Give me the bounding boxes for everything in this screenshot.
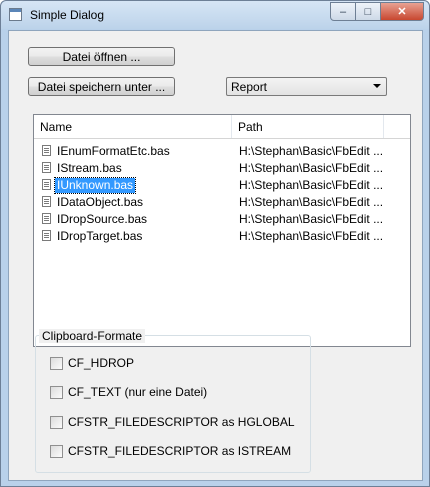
maximize-button[interactable]: □ [355,2,381,21]
open-file-button[interactable]: Datei öffnen ... [28,47,175,66]
list-item-path: H:\Stephan\Basic\FbEdit ... [239,161,384,175]
file-icon [42,145,51,156]
caption-buttons: – □ ✕ [330,2,424,21]
checkbox-filedescriptor-istream[interactable]: CFSTR_FILEDESCRIPTOR as ISTREAM [50,444,291,458]
list-item[interactable]: IDropTarget.bas H:\Stephan\Basic\FbEdit … [34,228,410,245]
list-item-name: IDropTarget.bas [57,229,143,243]
title-bar[interactable]: Simple Dialog – □ ✕ [1,1,429,29]
list-item-name: IStream.bas [57,161,122,175]
list-item-path: H:\Stephan\Basic\FbEdit ... [239,212,384,226]
checkbox-label: CFSTR_FILEDESCRIPTOR as HGLOBAL [68,415,295,429]
close-button[interactable]: ✕ [380,2,424,21]
list-item[interactable]: IDropSource.bas H:\Stephan\Basic\FbEdit … [34,211,410,228]
list-item-path: H:\Stephan\Basic\FbEdit ... [239,144,384,158]
list-header: Name Path [34,115,410,139]
minimize-button[interactable]: – [330,2,356,21]
checkbox-box[interactable] [50,385,63,399]
list-item[interactable]: IEnumFormatEtc.bas H:\Stephan\Basic\FbEd… [34,143,410,160]
column-header-name[interactable]: Name [34,115,232,138]
list-item[interactable]: IDataObject.bas H:\Stephan\Basic\FbEdit … [34,194,410,211]
list-item-selected[interactable]: IUnknown.bas H:\Stephan\Basic\FbEdit ... [34,177,410,194]
file-icon [42,162,51,173]
checkbox-label: CFSTR_FILEDESCRIPTOR as ISTREAM [68,444,292,458]
save-as-button[interactable]: Datei speichern unter ... [28,77,175,96]
checkbox-label: CF_TEXT (nur eine Datei) [68,385,208,399]
list-item-name: IEnumFormatEtc.bas [57,144,170,158]
checkbox-cf-hdrop[interactable]: CF_HDROP [50,356,134,370]
list-item-name: IDataObject.bas [57,195,144,209]
window-icon [9,8,22,21]
dropdown-arrow-icon[interactable] [373,84,381,88]
checkbox-cf-text[interactable]: CF_TEXT (nur eine Datei) [50,385,207,399]
list-item-name: IDropSource.bas [57,212,148,226]
checkbox-box[interactable] [50,415,63,429]
file-icon [42,196,51,207]
window-title: Simple Dialog [30,8,105,22]
column-header-path[interactable]: Path [232,115,384,138]
file-icon [42,230,51,241]
dialog-client-area: Datei öffnen ... Datei speichern unter .… [8,30,423,481]
checkbox-label: CF_HDROP [68,356,135,370]
checkbox-filedescriptor-hglobal[interactable]: CFSTR_FILEDESCRIPTOR as HGLOBAL [50,415,295,429]
format-select-value: Report [231,80,268,94]
list-item-path: H:\Stephan\Basic\FbEdit ... [239,195,384,209]
file-icon [42,179,51,190]
list-item-path: H:\Stephan\Basic\FbEdit ... [239,229,384,243]
format-select[interactable]: Report [226,77,387,96]
clipboard-format-label: Clipboard-Formate [39,329,146,343]
checkbox-box[interactable] [50,356,63,370]
file-icon [42,213,51,224]
list-item[interactable]: IStream.bas H:\Stephan\Basic\FbEdit ... [34,160,410,177]
checkbox-box[interactable] [50,444,63,458]
file-list[interactable]: Name Path IEnumFormatEtc.bas H:\Stephan\… [33,114,411,347]
list-item-name: IUnknown.bas [53,177,137,194]
dialog-window: Simple Dialog – □ ✕ Datei öffnen ... Dat… [0,0,430,487]
list-item-path: H:\Stephan\Basic\FbEdit ... [239,178,384,192]
